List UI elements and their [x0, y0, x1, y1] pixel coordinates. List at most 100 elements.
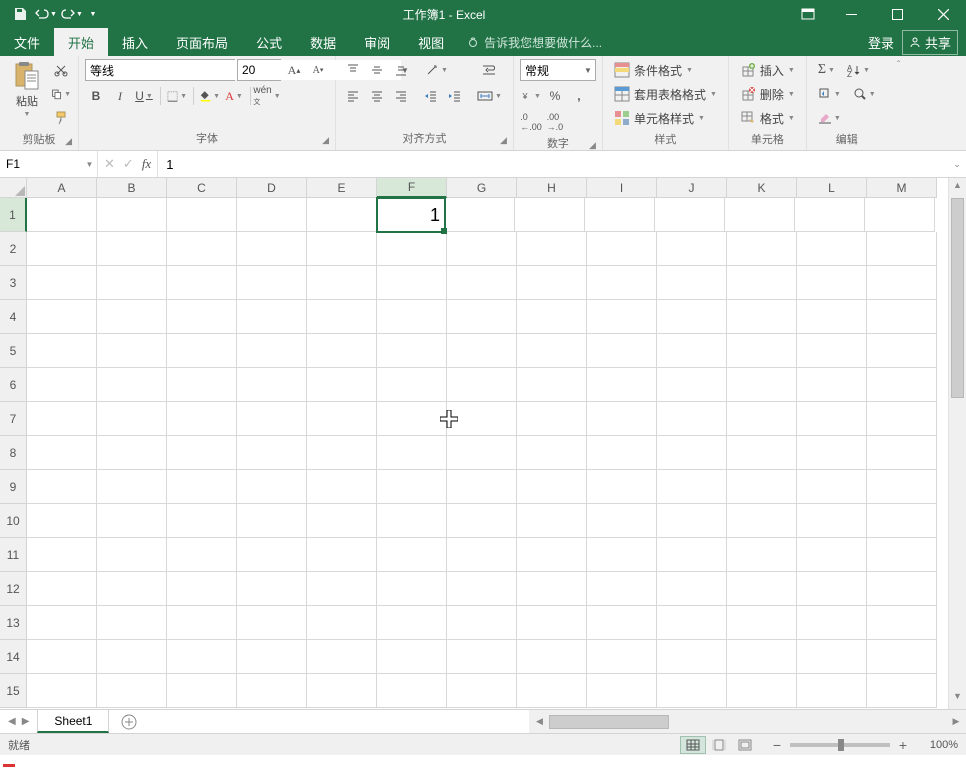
cell[interactable]	[237, 640, 307, 674]
increase-decimal-button[interactable]: .0←.00	[520, 111, 542, 133]
cell[interactable]	[27, 538, 97, 572]
conditional-format-button[interactable]: 条件格式▼	[609, 59, 722, 81]
row-header[interactable]: 14	[0, 640, 27, 674]
column-header[interactable]: B	[97, 178, 167, 198]
cell[interactable]	[517, 368, 587, 402]
cell[interactable]	[447, 300, 517, 334]
cell[interactable]	[167, 436, 237, 470]
cell[interactable]	[27, 436, 97, 470]
cell[interactable]	[377, 606, 447, 640]
cell[interactable]	[237, 300, 307, 334]
cell[interactable]	[517, 674, 587, 708]
cell[interactable]	[447, 368, 517, 402]
cell[interactable]	[867, 402, 937, 436]
cell[interactable]	[167, 572, 237, 606]
cancel-formula-button[interactable]: ✕	[104, 156, 115, 172]
cell[interactable]	[447, 334, 517, 368]
cell[interactable]	[377, 402, 447, 436]
align-middle-button[interactable]	[366, 59, 388, 81]
cell[interactable]	[587, 538, 657, 572]
delete-cells-button[interactable]: 删除▼	[735, 83, 800, 105]
cell[interactable]	[727, 640, 797, 674]
column-header[interactable]: D	[237, 178, 307, 198]
row-header[interactable]: 9	[0, 470, 27, 504]
cell[interactable]	[797, 300, 867, 334]
row-header[interactable]: 2	[0, 232, 27, 266]
cell[interactable]	[377, 470, 447, 504]
column-header[interactable]: A	[27, 178, 97, 198]
cell[interactable]	[447, 538, 517, 572]
cell[interactable]	[867, 232, 937, 266]
alignment-launcher[interactable]: ◢	[500, 135, 507, 146]
cell[interactable]	[727, 368, 797, 402]
horizontal-scrollbar[interactable]: ◀ ▶	[529, 710, 966, 733]
close-button[interactable]	[920, 0, 966, 28]
row-header[interactable]: 15	[0, 674, 27, 708]
cell[interactable]	[517, 606, 587, 640]
cell[interactable]	[587, 266, 657, 300]
cell[interactable]	[97, 402, 167, 436]
cell[interactable]	[237, 198, 307, 232]
name-box-dropdown[interactable]: ▼	[82, 160, 97, 169]
cell[interactable]	[587, 368, 657, 402]
cell[interactable]	[867, 368, 937, 402]
row-header[interactable]: 8	[0, 436, 27, 470]
format-cells-button[interactable]: 格式▼	[735, 107, 800, 129]
cell[interactable]	[587, 504, 657, 538]
row-header[interactable]: 7	[0, 402, 27, 436]
cell[interactable]	[727, 470, 797, 504]
zoom-slider[interactable]	[790, 743, 890, 747]
italic-button[interactable]: I	[109, 85, 131, 107]
align-center-button[interactable]	[366, 85, 388, 107]
cell[interactable]	[867, 334, 937, 368]
insert-cells-button[interactable]: 插入▼	[735, 59, 800, 81]
cell[interactable]	[727, 504, 797, 538]
expand-formula-bar[interactable]: ⌄	[948, 151, 966, 177]
column-header[interactable]: M	[867, 178, 937, 198]
minimize-button[interactable]	[828, 0, 874, 28]
collapse-ribbon-button[interactable]: ˆ	[897, 60, 900, 71]
cell[interactable]	[517, 640, 587, 674]
cell[interactable]	[27, 198, 97, 232]
cell[interactable]	[167, 300, 237, 334]
row-header[interactable]: 5	[0, 334, 27, 368]
number-format-combo[interactable]: ▼	[520, 59, 596, 81]
bold-button[interactable]: B	[85, 85, 107, 107]
cell[interactable]	[97, 334, 167, 368]
cell[interactable]	[27, 470, 97, 504]
grow-font-button[interactable]: A▴	[283, 59, 305, 81]
cell[interactable]	[797, 606, 867, 640]
save-button[interactable]	[8, 2, 32, 26]
cell[interactable]	[657, 470, 727, 504]
cell[interactable]	[27, 606, 97, 640]
cell[interactable]	[517, 436, 587, 470]
cell[interactable]	[587, 572, 657, 606]
format-painter-button[interactable]	[50, 107, 72, 129]
cell[interactable]	[867, 606, 937, 640]
cell[interactable]	[727, 606, 797, 640]
cell[interactable]	[167, 232, 237, 266]
cell[interactable]	[587, 640, 657, 674]
merge-button[interactable]: ▼	[472, 85, 507, 107]
column-header[interactable]: C	[167, 178, 237, 198]
zoom-in-button[interactable]: +	[896, 737, 910, 753]
cell[interactable]	[377, 300, 447, 334]
cell[interactable]	[97, 436, 167, 470]
column-header[interactable]: G	[447, 178, 517, 198]
tab-review[interactable]: 审阅	[350, 28, 404, 56]
cell[interactable]	[97, 674, 167, 708]
cell[interactable]	[797, 402, 867, 436]
cell[interactable]	[797, 334, 867, 368]
cell[interactable]	[307, 470, 377, 504]
cell[interactable]	[307, 266, 377, 300]
find-select-button[interactable]: ▼	[848, 83, 881, 105]
tab-file[interactable]: 文件	[0, 28, 54, 56]
comma-button[interactable]: ,	[568, 85, 590, 107]
cell[interactable]	[655, 198, 725, 232]
name-box[interactable]: ▼	[0, 151, 98, 177]
tab-data[interactable]: 数据	[296, 28, 350, 56]
cell[interactable]	[727, 674, 797, 708]
cell-style-button[interactable]: 单元格样式▼	[609, 107, 722, 129]
sheet-tab-1[interactable]: Sheet1	[37, 710, 109, 733]
cell[interactable]	[517, 402, 587, 436]
